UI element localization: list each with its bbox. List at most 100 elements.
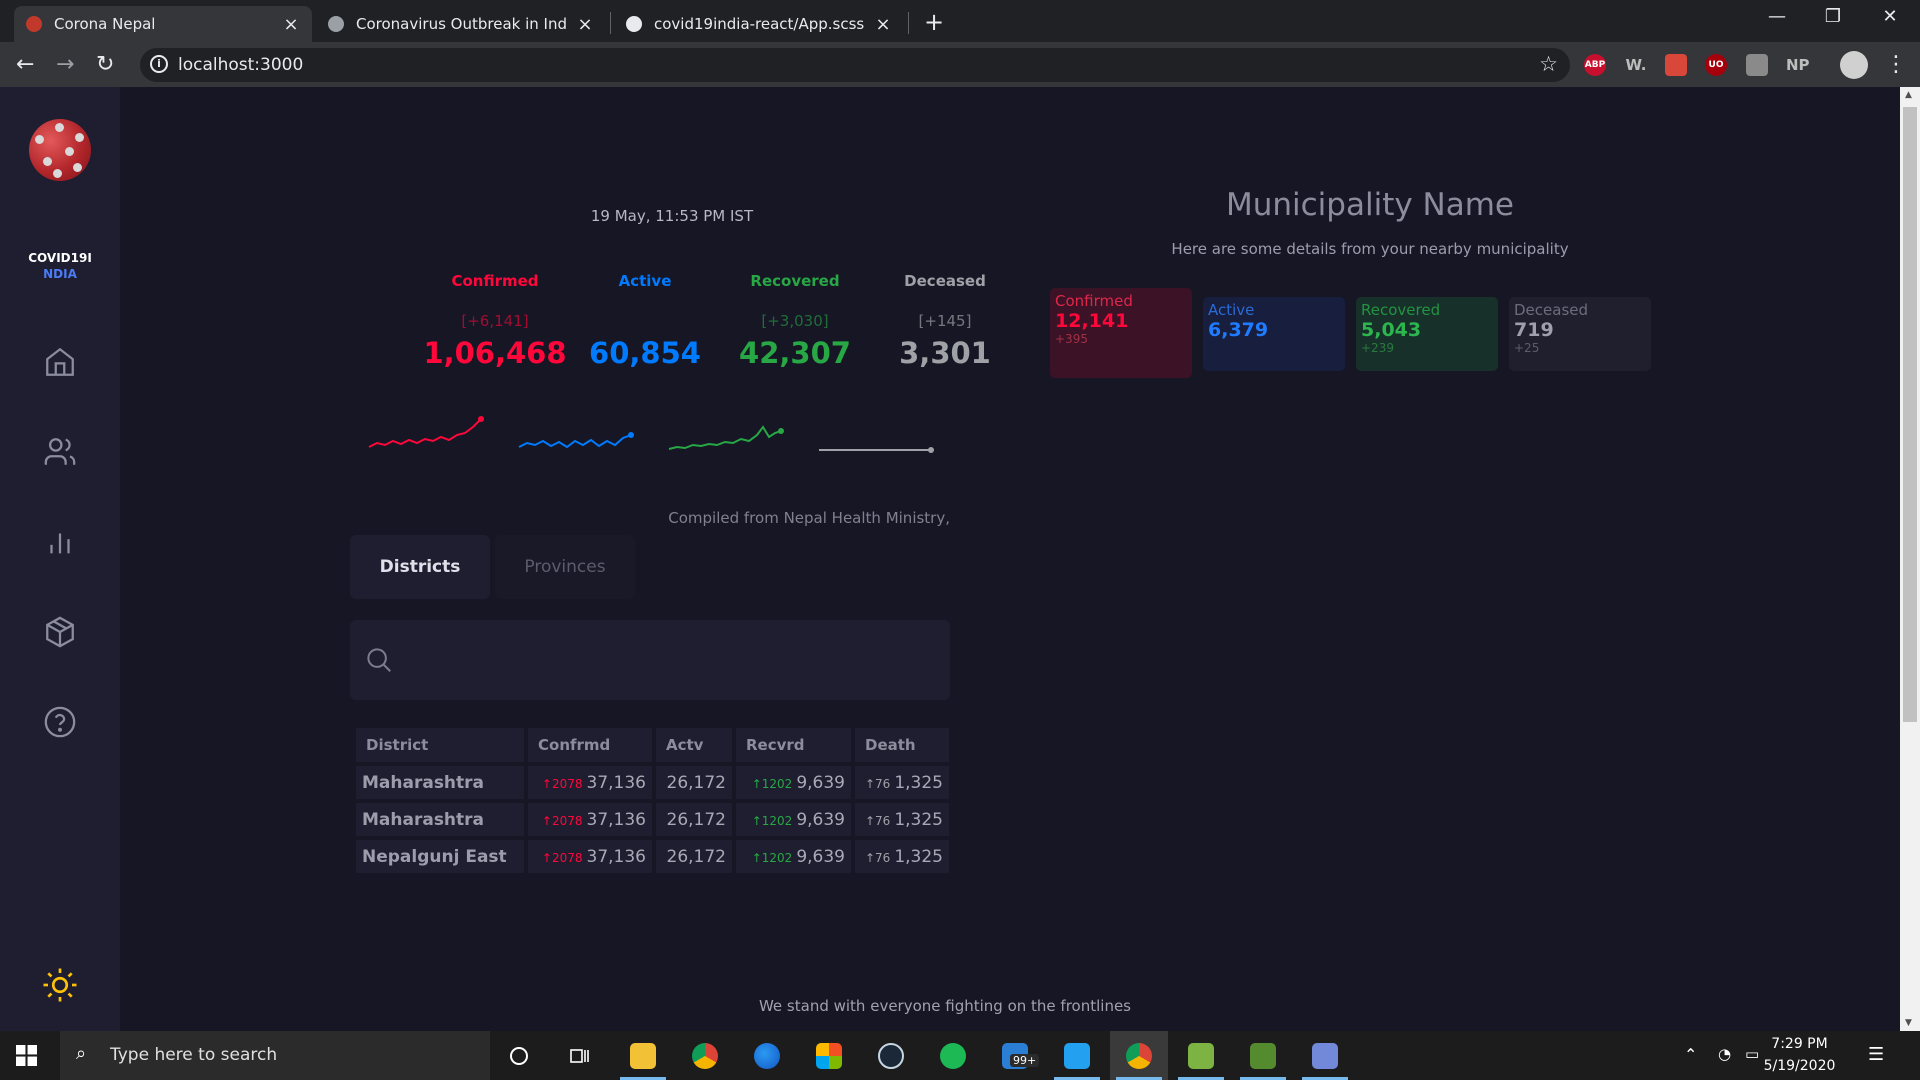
network-icon[interactable]: ◔ [1718, 1045, 1731, 1063]
scroll-down-icon[interactable]: ▼ [1905, 1018, 1912, 1028]
minimize-icon[interactable]: — [1757, 6, 1797, 27]
github-favicon-icon [626, 16, 642, 32]
image-editor-icon[interactable] [1234, 1031, 1292, 1080]
tab-github-app-scss[interactable]: covid19india-react/App.scss at m × [614, 6, 904, 42]
header-active[interactable]: Actv [656, 728, 732, 762]
task-view-icon[interactable] [551, 1031, 609, 1080]
up-arrow-icon: ↑2078 [541, 776, 583, 791]
help-icon[interactable] [43, 705, 77, 739]
header-recovered[interactable]: Recvrd [736, 728, 851, 762]
windows-taskbar: ⌕ Type here to search 99+ ⌃ ◔ ▭ 7:29 PM … [0, 1031, 1920, 1080]
red-extension-icon[interactable] [1665, 54, 1687, 76]
reload-icon[interactable]: ↻ [96, 52, 114, 77]
virus-favicon-icon [26, 16, 42, 32]
bookmark-star-icon[interactable]: ☆ [1539, 52, 1558, 76]
muni-card-confirmed[interactable]: Confirmed 12,141 +395 [1050, 288, 1192, 378]
muni-card-recovered[interactable]: Recovered 5,043 +239 [1356, 297, 1498, 371]
show-hidden-icons-icon[interactable]: ⌃ [1684, 1045, 1697, 1064]
tab-separator [908, 12, 909, 34]
up-arrow-icon: ↑1202 [751, 813, 793, 828]
stat-value: 60,854 [589, 336, 701, 370]
muni-card-deceased[interactable]: Deceased 719 +25 [1509, 297, 1651, 371]
close-tab-icon[interactable]: × [874, 14, 892, 35]
system-clock[interactable]: 7:29 PM 5/19/2020 [1752, 1033, 1847, 1077]
windows-start-icon[interactable] [16, 1045, 37, 1066]
confirmed-delta: 2078 [551, 850, 583, 865]
url-text[interactable]: localhost:3000 [178, 55, 303, 75]
ublock-origin-icon[interactable]: UO [1705, 54, 1727, 76]
virus-logo-icon[interactable] [29, 119, 91, 181]
card-delta: +395 [1055, 332, 1088, 346]
table-row[interactable]: Nepalgunj East ↑2078 37,136 26,172 ↑1202 9… [356, 840, 949, 873]
spotify-icon[interactable] [924, 1031, 982, 1080]
vscode-icon[interactable] [1048, 1031, 1106, 1080]
search-icon: ⌕ [76, 1043, 87, 1064]
stat-label: Active [618, 272, 672, 290]
tab-districts[interactable]: Districts [350, 535, 490, 599]
sun-icon[interactable] [42, 967, 78, 1003]
close-tab-icon[interactable]: × [576, 14, 594, 35]
back-icon[interactable]: ← [16, 52, 34, 77]
firefox-icon[interactable] [738, 1031, 796, 1080]
action-center-icon[interactable]: ☰ [1868, 1044, 1884, 1065]
new-tab-button[interactable]: + [924, 8, 944, 36]
tab-corona-nepal[interactable]: Corona Nepal × [14, 6, 312, 42]
forward-icon[interactable]: → [56, 52, 74, 77]
death-cell: ↑76 1,325 [855, 766, 949, 799]
active-cell: 26,172 [656, 766, 732, 799]
stat-label: Recovered [750, 272, 840, 290]
tab-provinces[interactable]: Provinces [495, 535, 635, 599]
card-value: 6,379 [1208, 319, 1269, 341]
table-row[interactable]: Maharashtra ↑2078 37,136 26,172 ↑1202 9,63… [356, 766, 949, 799]
adblock-plus-icon[interactable]: ABP [1584, 54, 1606, 76]
up-arrow-icon: ↑76 [864, 776, 891, 791]
grey-extension-icon[interactable] [1746, 54, 1768, 76]
cortana-icon[interactable] [490, 1031, 548, 1080]
chrome-icon[interactable] [676, 1031, 734, 1080]
confirmed-value: 37,136 [586, 772, 646, 793]
header-deaths[interactable]: Death [855, 728, 949, 762]
steam-icon[interactable] [862, 1031, 920, 1080]
taskbar-search-input[interactable]: ⌕ Type here to search [60, 1031, 490, 1080]
stat-delta: [+3,030] [761, 312, 829, 330]
table-row[interactable]: Maharashtra ↑2078 37,136 26,172 ↑1202 9,63… [356, 803, 949, 836]
address-bar[interactable]: i localhost:3000 ☆ [140, 48, 1570, 82]
browser-tab-bar: Corona Nepal × Coronavirus Outbreak in I… [0, 0, 1920, 42]
brand-bottom: NDIA [43, 267, 77, 281]
search-input[interactable] [350, 620, 950, 700]
bar-chart-icon[interactable] [43, 525, 77, 559]
page-scrollbar[interactable]: ▲ ▼ [1900, 87, 1920, 1031]
close-window-icon[interactable]: ✕ [1870, 6, 1910, 27]
district-table: District Confrmd Actv Recvrd Death Mahar… [352, 724, 953, 877]
chrome-active-icon[interactable] [1110, 1031, 1168, 1080]
notepad-icon[interactable] [1172, 1031, 1230, 1080]
confirmed-cell: ↑2078 37,136 [528, 766, 652, 799]
confirmed-delta: 2078 [551, 776, 583, 791]
scroll-up-icon[interactable]: ▲ [1905, 90, 1912, 100]
active-cell: 26,172 [656, 840, 732, 873]
scrollbar-thumb[interactable] [1903, 107, 1917, 722]
close-tab-icon[interactable]: × [282, 14, 300, 35]
browser-toolbar: ← → ↻ i localhost:3000 ☆ ABP W. UO NP ⋮ [0, 42, 1920, 87]
header-district[interactable]: District [356, 728, 524, 762]
profile-avatar[interactable] [1840, 51, 1868, 79]
users-icon[interactable] [43, 435, 77, 469]
home-icon[interactable] [43, 345, 77, 379]
muni-card-active[interactable]: Active 6,379 [1203, 297, 1345, 371]
package-icon[interactable] [43, 615, 77, 649]
header-confirmed[interactable]: Confrmd [528, 728, 652, 762]
up-arrow-icon: ↑76 [864, 850, 891, 865]
main-content: 19 May, 11:53 PM IST Confirmed [+6,141] … [120, 87, 1900, 1031]
restore-icon[interactable]: ❐ [1813, 6, 1853, 27]
menu-kebab-icon[interactable]: ⋮ [1885, 52, 1907, 77]
tab-coronavirus-outbreak[interactable]: Coronavirus Outbreak in India - c × [316, 6, 606, 42]
brand-text[interactable]: COVID19I NDIA [0, 250, 120, 282]
w-extension-icon[interactable]: W. [1625, 54, 1647, 76]
store-icon[interactable] [800, 1031, 858, 1080]
death-cell: ↑76 1,325 [855, 803, 949, 836]
discord-icon[interactable] [1296, 1031, 1354, 1080]
site-info-icon[interactable]: i [150, 55, 168, 73]
file-explorer-icon[interactable] [614, 1031, 672, 1080]
np-extension-icon[interactable]: NP [1786, 54, 1810, 76]
municipality-subtitle: Here are some details from your nearby m… [1171, 240, 1569, 258]
